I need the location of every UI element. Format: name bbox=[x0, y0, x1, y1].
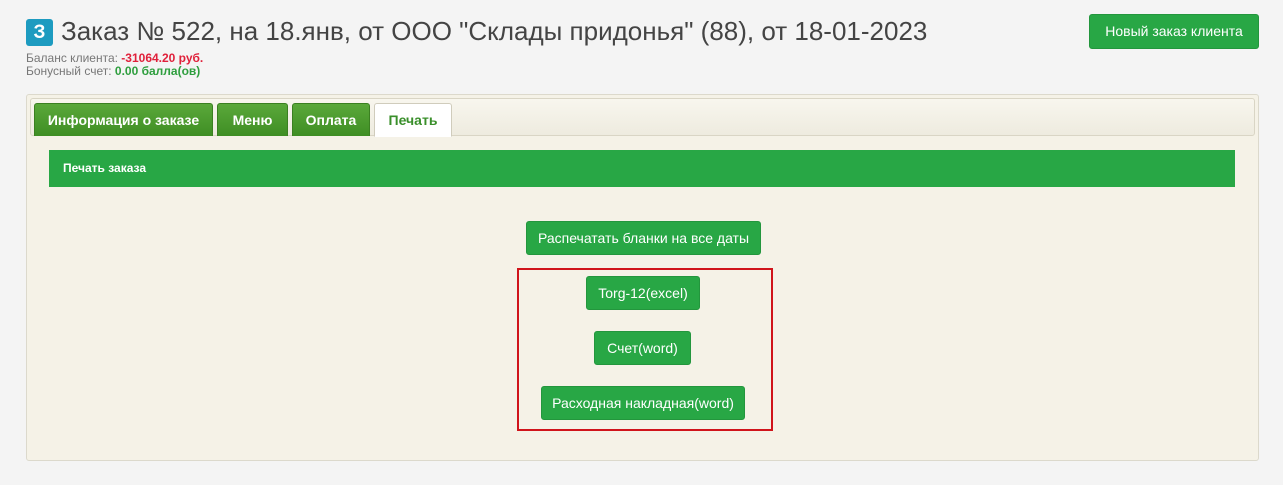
print-all-dates-button[interactable]: Распечатать бланки на все даты bbox=[526, 221, 761, 255]
tabs-bar: Информация о заказе Меню Оплата Печать bbox=[30, 98, 1255, 137]
bonus-account: Бонусный счет: 0.00 балла(ов) bbox=[26, 64, 200, 78]
client-balance-value: -31064.20 руб. bbox=[121, 51, 204, 65]
tab-menu[interactable]: Меню bbox=[217, 103, 288, 136]
bonus-account-value: 0.00 балла(ов) bbox=[114, 64, 201, 78]
tab-print[interactable]: Печать bbox=[374, 103, 452, 137]
new-client-order-button[interactable]: Новый заказ клиента bbox=[1089, 14, 1259, 49]
page-title: Заказ № 522, на 18.янв, от ООО "Склады п… bbox=[61, 16, 928, 46]
torg12-excel-button[interactable]: Torg-12(excel) bbox=[586, 276, 700, 310]
client-balance-label: Баланс клиента: bbox=[26, 51, 118, 65]
print-section-header: Печать заказа bbox=[49, 150, 1235, 187]
bonus-account-label: Бонусный счет: bbox=[26, 64, 112, 78]
tab-order-info[interactable]: Информация о заказе bbox=[34, 103, 213, 136]
order-panel: Информация о заказе Меню Оплата Печать П… bbox=[26, 94, 1259, 461]
order-status-badge: З bbox=[26, 19, 53, 46]
invoice-word-button[interactable]: Счет(word) bbox=[594, 331, 691, 365]
order-page: З Заказ № 522, на 18.янв, от ООО "Склады… bbox=[0, 0, 1283, 485]
waybill-word-button[interactable]: Расходная накладная(word) bbox=[541, 386, 745, 420]
client-balance: Баланс клиента: -31064.20 руб. bbox=[26, 51, 203, 65]
tab-payment[interactable]: Оплата bbox=[292, 103, 370, 136]
